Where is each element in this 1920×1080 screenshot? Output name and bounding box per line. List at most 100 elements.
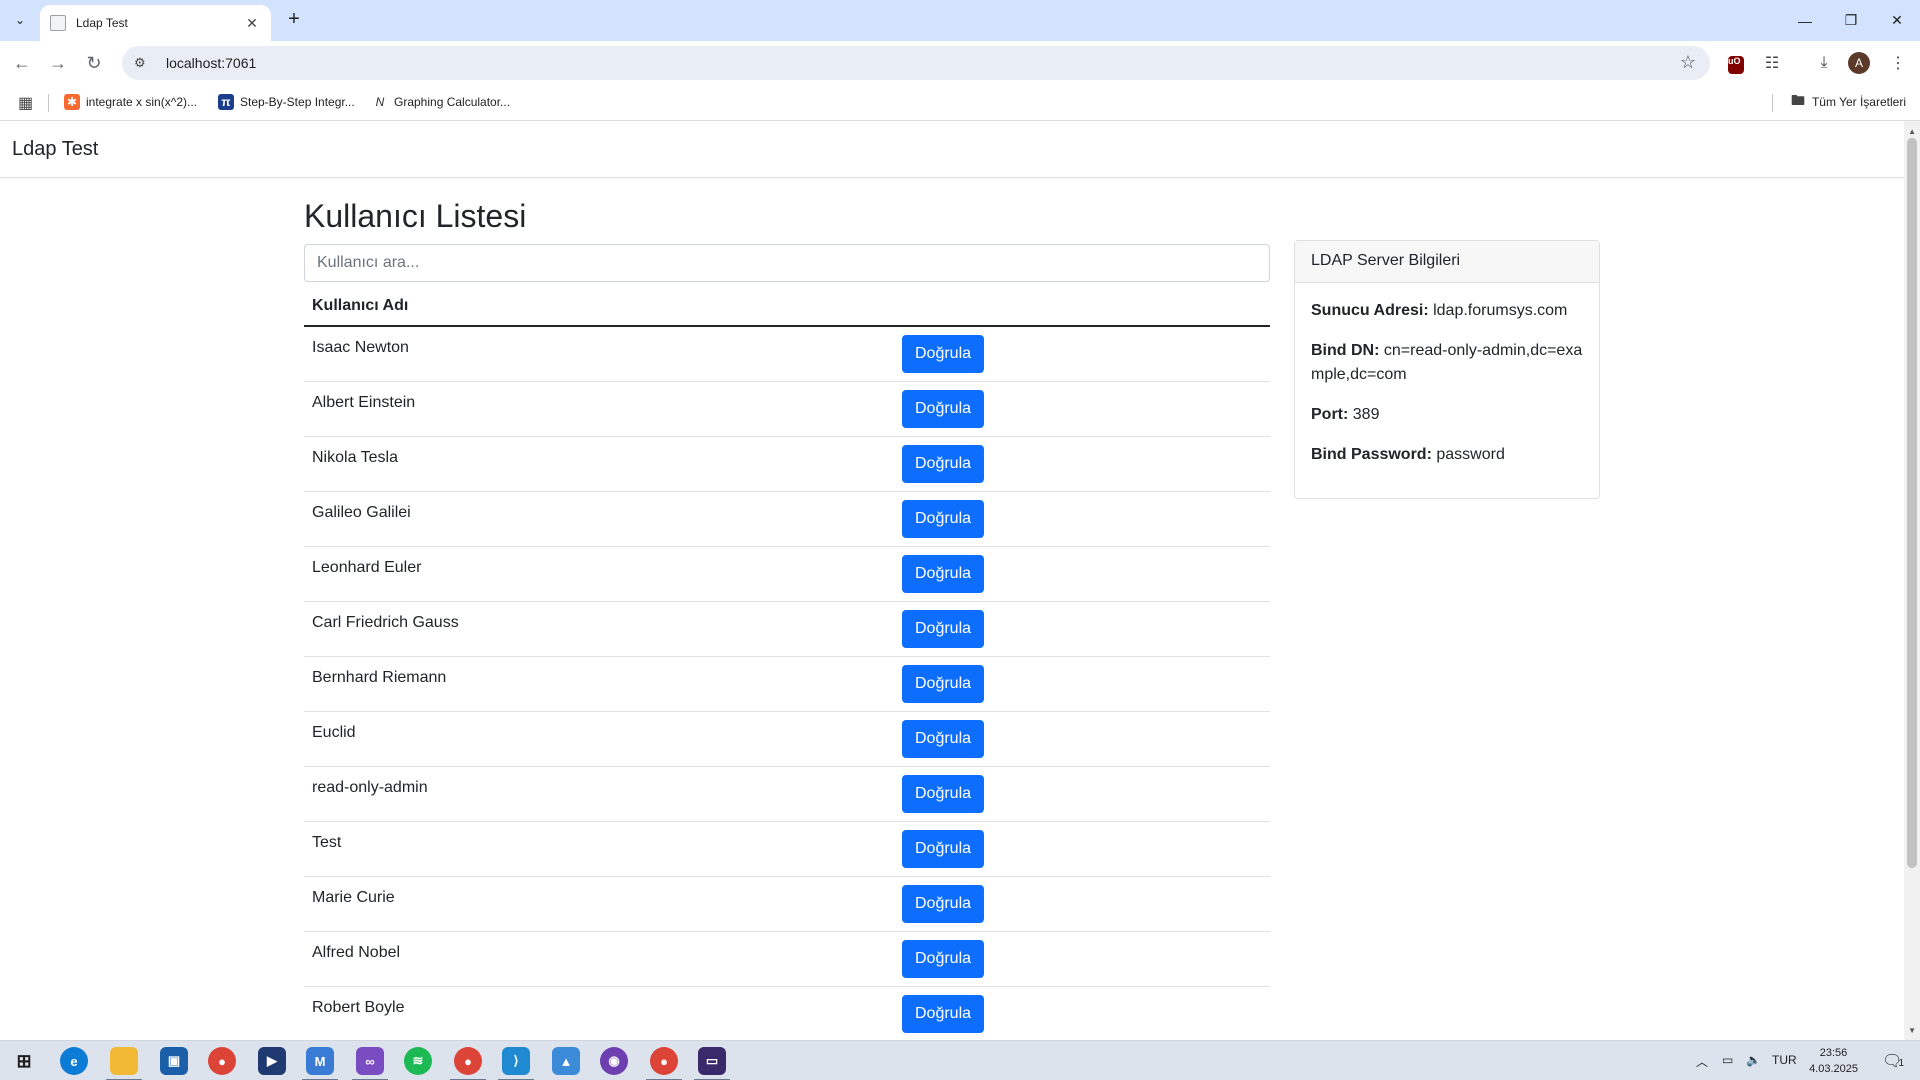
tray-chevron-icon[interactable]: ︿ (1696, 1053, 1708, 1070)
store-icon[interactable]: ▣ (160, 1047, 188, 1075)
tab-close-icon[interactable]: ✕ (243, 15, 261, 32)
chrome-icon[interactable]: ● (208, 1047, 236, 1075)
downloads-icon[interactable]: ⤓ (1812, 51, 1836, 75)
browser-tab-bar: ⌄ Ldap Test ✕ + — ❐ ✕ (0, 0, 1920, 41)
profile-avatar[interactable]: A (1847, 51, 1871, 75)
table-row: Nikola Tesla Doğrula (304, 436, 1270, 492)
table-row: Albert Einstein Doğrula (304, 381, 1270, 437)
page-viewport: Ldap Test Kullanıcı Listesi Kullanıcı Ad… (0, 121, 1904, 1040)
app-icon[interactable]: ▶ (258, 1047, 286, 1075)
verify-button[interactable]: Doğrula (902, 829, 984, 868)
github-icon[interactable]: ◉ (600, 1047, 628, 1075)
clock-date: 4.03.2025 (1809, 1063, 1858, 1075)
photos-icon[interactable]: ▲ (552, 1047, 580, 1075)
new-tab-plus-icon[interactable]: + (282, 8, 306, 32)
volume-icon[interactable]: 🔈 (1746, 1053, 1761, 1067)
scrollbar-thumb[interactable] (1907, 138, 1917, 868)
restore-icon[interactable]: ❐ (1828, 0, 1874, 41)
column-header-username: Kullanıcı Adı (304, 286, 894, 327)
verify-button[interactable]: Doğrula (902, 609, 984, 648)
verify-button[interactable]: Doğrula (902, 884, 984, 923)
table-row: read-only-admin Doğrula (304, 766, 1270, 822)
user-name-cell: Isaac Newton (304, 326, 894, 382)
table-row: Test Doğrula (304, 821, 1270, 877)
card-body: Sunucu Adresi: ldap.forumsys.com Bind DN… (1295, 283, 1599, 499)
windows-start-icon[interactable]: ⊞ (10, 1047, 38, 1075)
forward-arrow-icon[interactable]: → (44, 49, 72, 77)
user-name-cell: Galileo Galilei (304, 491, 894, 547)
bookmark-star-icon[interactable]: ☆ (1680, 52, 1696, 73)
tab-title: Ldap Test (76, 16, 128, 30)
back-arrow-icon[interactable]: ← (8, 49, 36, 77)
table-row: Galileo Galilei Doğrula (304, 491, 1270, 547)
user-action-cell: Doğrula (894, 986, 1270, 1040)
apps-grid-icon[interactable]: ▦ (18, 93, 33, 113)
user-name-cell: Euclid (304, 711, 894, 767)
verify-button[interactable]: Doğrula (902, 719, 984, 758)
tab-search-chevron-icon[interactable]: ⌄ (8, 8, 32, 32)
user-name-cell: read-only-admin (304, 766, 894, 822)
visual-studio-icon[interactable]: ∞ (352, 1047, 388, 1080)
menu-kebab-icon[interactable]: ⋮ (1886, 51, 1910, 75)
file-explorer-icon[interactable] (106, 1047, 142, 1080)
terminal-icon[interactable]: ▭ (694, 1047, 730, 1080)
site-info-icon[interactable]: ⚙ (134, 55, 154, 71)
network-icon[interactable]: ▭ (1722, 1053, 1733, 1067)
table-header-row: Kullanıcı Adı (304, 286, 1270, 327)
clock-time: 23:56 (1819, 1047, 1848, 1059)
notification-icon[interactable]: 🗨1 (1882, 1051, 1904, 1071)
reload-icon[interactable]: ↻ (80, 49, 108, 77)
verify-button[interactable]: Doğrula (902, 554, 984, 593)
verify-button[interactable]: Doğrula (902, 994, 984, 1033)
navbar-brand[interactable]: Ldap Test (12, 138, 98, 161)
server-address: Sunucu Adresi: ldap.forumsys.com (1311, 302, 1568, 319)
bookmark-label: Step-By-Step Integr... (240, 95, 355, 109)
ldap-server-card: LDAP Server Bilgileri Sunucu Adresi: lda… (1294, 240, 1600, 499)
user-name-cell: Alfred Nobel (304, 931, 894, 987)
verify-button[interactable]: Doğrula (902, 334, 984, 373)
minimize-icon[interactable]: — (1782, 0, 1828, 41)
close-window-icon[interactable]: ✕ (1874, 0, 1920, 41)
verify-button[interactable]: Doğrula (902, 939, 984, 978)
user-name-cell: Nikola Tesla (304, 436, 894, 492)
user-name-cell: Leonhard Euler (304, 546, 894, 602)
bookmarks-divider (48, 94, 49, 112)
all-bookmarks[interactable]: 🖿 Tüm Yer İşaretleri (1790, 92, 1906, 110)
bookmark-item[interactable]: π Step-By-Step Integr... (218, 94, 355, 110)
user-name-cell: Marie Curie (304, 876, 894, 932)
chrome-secondary-icon[interactable]: ● (646, 1047, 682, 1080)
bookmarks-divider (1772, 94, 1773, 112)
verify-button[interactable]: Doğrula (902, 499, 984, 538)
window-controls: — ❐ ✕ (1782, 0, 1920, 41)
scroll-down-arrow-icon[interactable]: ▼ (1908, 1026, 1916, 1035)
user-list-section: Kullanıcı Listesi Kullanıcı Adı Isaac Ne… (304, 196, 1270, 1040)
address-bar[interactable]: ⚙ localhost:7061 ☆ (122, 46, 1710, 80)
edge-icon[interactable]: e (60, 1047, 88, 1075)
folder-icon: 🖿 (1790, 92, 1805, 108)
table-row: Marie Curie Doğrula (304, 876, 1270, 932)
windows-taskbar: ⊞ e ▣ ● ▶ M ∞ ≋ ● ⟩ ▲ ◉ ● ▭ ︿ ▭ 🔈 TUR 23… (0, 1040, 1920, 1080)
bookmark-label: integrate x sin(x^2)... (86, 95, 198, 109)
url-text[interactable]: localhost:7061 (166, 55, 256, 71)
verify-button[interactable]: Doğrula (902, 664, 984, 703)
user-action-cell: Doğrula (894, 656, 1270, 712)
user-search-input[interactable] (304, 244, 1270, 282)
browser-tab[interactable]: Ldap Test ✕ (40, 5, 271, 41)
verify-button[interactable]: Doğrula (902, 774, 984, 813)
user-name-cell: Albert Einstein (304, 381, 894, 437)
m365-icon[interactable]: M (302, 1047, 338, 1080)
language-indicator[interactable]: TUR (1772, 1053, 1797, 1067)
extensions-puzzle-icon[interactable]: ☷ (1760, 51, 1784, 75)
system-clock[interactable]: 23:56 4.03.2025 (1809, 1045, 1858, 1077)
user-action-cell: Doğrula (894, 766, 1270, 822)
vscode-icon[interactable]: ⟩ (498, 1047, 534, 1080)
notification-count: 1 (1898, 1058, 1904, 1069)
chrome-profile-icon[interactable]: ● (450, 1047, 486, 1080)
ublock-extension-icon[interactable]: uO (1724, 51, 1748, 75)
spotify-icon[interactable]: ≋ (404, 1047, 432, 1075)
bookmark-item[interactable]: ✱ integrate x sin(x^2)... (64, 94, 197, 110)
verify-button[interactable]: Doğrula (902, 444, 984, 483)
scroll-up-arrow-icon[interactable]: ▲ (1908, 127, 1916, 136)
verify-button[interactable]: Doğrula (902, 389, 984, 428)
bookmark-item[interactable]: N Graphing Calculator... (372, 94, 510, 110)
